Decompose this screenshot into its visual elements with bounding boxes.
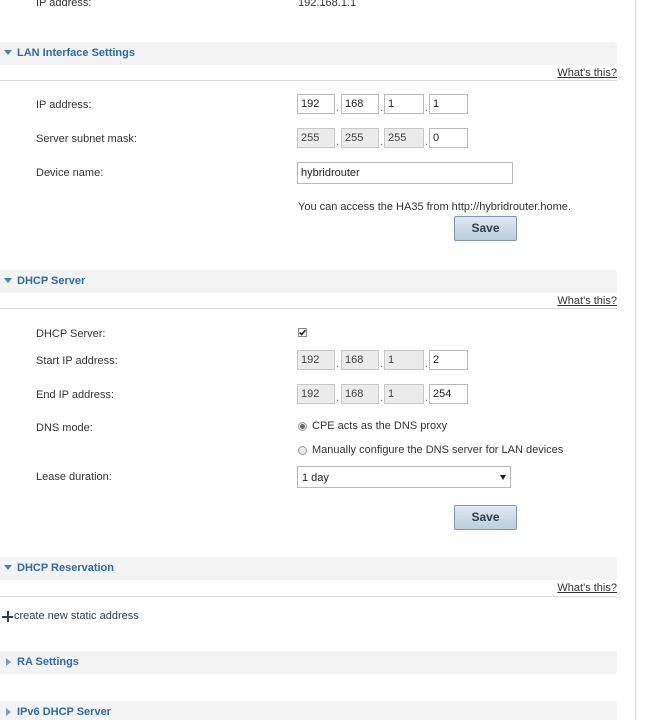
dot-separator: .	[425, 392, 429, 404]
end-ip-octet-1	[297, 384, 335, 404]
section-title: DHCP Server	[17, 275, 86, 287]
mask-octet-1	[297, 128, 335, 148]
dot-separator: .	[380, 392, 384, 404]
end-ip-octet-2	[341, 384, 379, 404]
device-name-input[interactable]	[297, 162, 513, 184]
top-ip-value: 192.168.1.1	[298, 0, 357, 9]
subnet-mask-label: Server subnet mask:	[36, 133, 137, 145]
dns-proxy-option-label: CPE acts as the DNS proxy	[312, 420, 448, 432]
expand-arrow-icon	[4, 565, 12, 570]
dhcp-save-button[interactable]: Save	[454, 505, 517, 530]
section-ipv6-dhcp-server[interactable]: IPv6 DHCP Server	[0, 701, 617, 720]
lease-duration-select[interactable]: 1 day	[297, 466, 511, 488]
mask-octet-2	[341, 128, 379, 148]
section-title: DHCP Reservation	[17, 562, 114, 574]
section-title: RA Settings	[17, 656, 79, 668]
dot-separator: .	[336, 358, 340, 370]
divider	[0, 308, 617, 309]
expand-arrow-icon	[4, 278, 12, 283]
dot-separator: .	[380, 136, 384, 148]
start-ip-octet-4[interactable]	[429, 350, 468, 370]
end-ip-octet-3	[384, 384, 424, 404]
top-ip-label: IP address:	[36, 0, 92, 9]
dot-separator: .	[380, 102, 384, 114]
whats-this-link[interactable]: What's this?	[557, 295, 617, 307]
dhcp-server-checkbox[interactable]	[298, 328, 307, 337]
divider	[0, 80, 617, 81]
whats-this-link[interactable]: What's this?	[557, 67, 617, 79]
lease-duration-label: Lease duration:	[36, 471, 112, 483]
whats-this-link[interactable]: What's this?	[557, 582, 617, 594]
section-ra-settings[interactable]: RA Settings	[0, 651, 617, 674]
dhcp-server-label: DHCP Server:	[36, 328, 106, 340]
lan-ip-octet-4[interactable]	[429, 94, 468, 114]
lan-ip-octet-1[interactable]	[297, 94, 335, 114]
device-name-label: Device name:	[36, 167, 104, 179]
start-ip-octet-1	[297, 350, 335, 370]
end-ip-label: End IP address:	[36, 389, 115, 401]
dot-separator: .	[336, 136, 340, 148]
end-ip-octet-4[interactable]	[429, 384, 468, 404]
section-title: IPv6 DHCP Server	[17, 706, 111, 718]
collapsed-arrow-icon	[6, 658, 11, 666]
access-info-text: You can access the HA35 from http://hybr…	[298, 201, 571, 213]
dns-manual-option-label: Manually configure the DNS server for LA…	[312, 444, 564, 456]
section-title: LAN Interface Settings	[17, 47, 135, 59]
start-ip-octet-3	[384, 350, 424, 370]
section-lan-interface-settings[interactable]: LAN Interface Settings	[0, 42, 617, 65]
dot-separator: .	[336, 392, 340, 404]
divider	[0, 596, 617, 597]
mask-octet-4[interactable]	[429, 128, 468, 148]
lease-duration-value: 1 day	[302, 472, 329, 484]
dot-separator: .	[425, 102, 429, 114]
plus-icon[interactable]	[2, 611, 13, 622]
dot-separator: .	[380, 358, 384, 370]
dns-manual-radio[interactable]	[298, 446, 307, 455]
scroll-edge	[635, 0, 636, 720]
dot-separator: .	[425, 358, 429, 370]
page: IP address: 192.168.1.1 LAN Interface Se…	[0, 0, 646, 720]
create-static-address-link[interactable]: create new static address	[14, 610, 139, 622]
chevron-down-icon	[500, 475, 506, 480]
mask-octet-3	[384, 128, 424, 148]
lan-save-button[interactable]: Save	[454, 216, 517, 241]
collapsed-arrow-icon	[6, 708, 11, 716]
dns-mode-label: DNS mode:	[36, 422, 93, 434]
expand-arrow-icon	[4, 50, 12, 55]
dot-separator: .	[336, 102, 340, 114]
start-ip-label: Start IP address:	[36, 355, 118, 367]
dns-proxy-radio[interactable]	[298, 422, 307, 431]
start-ip-octet-2	[341, 350, 379, 370]
section-dhcp-server[interactable]: DHCP Server	[0, 270, 617, 293]
dot-separator: .	[425, 136, 429, 148]
lan-ip-octet-2[interactable]	[341, 94, 379, 114]
lan-ip-octet-3[interactable]	[384, 94, 424, 114]
lan-ip-label: IP address:	[36, 99, 92, 111]
section-dhcp-reservation[interactable]: DHCP Reservation	[0, 557, 617, 580]
